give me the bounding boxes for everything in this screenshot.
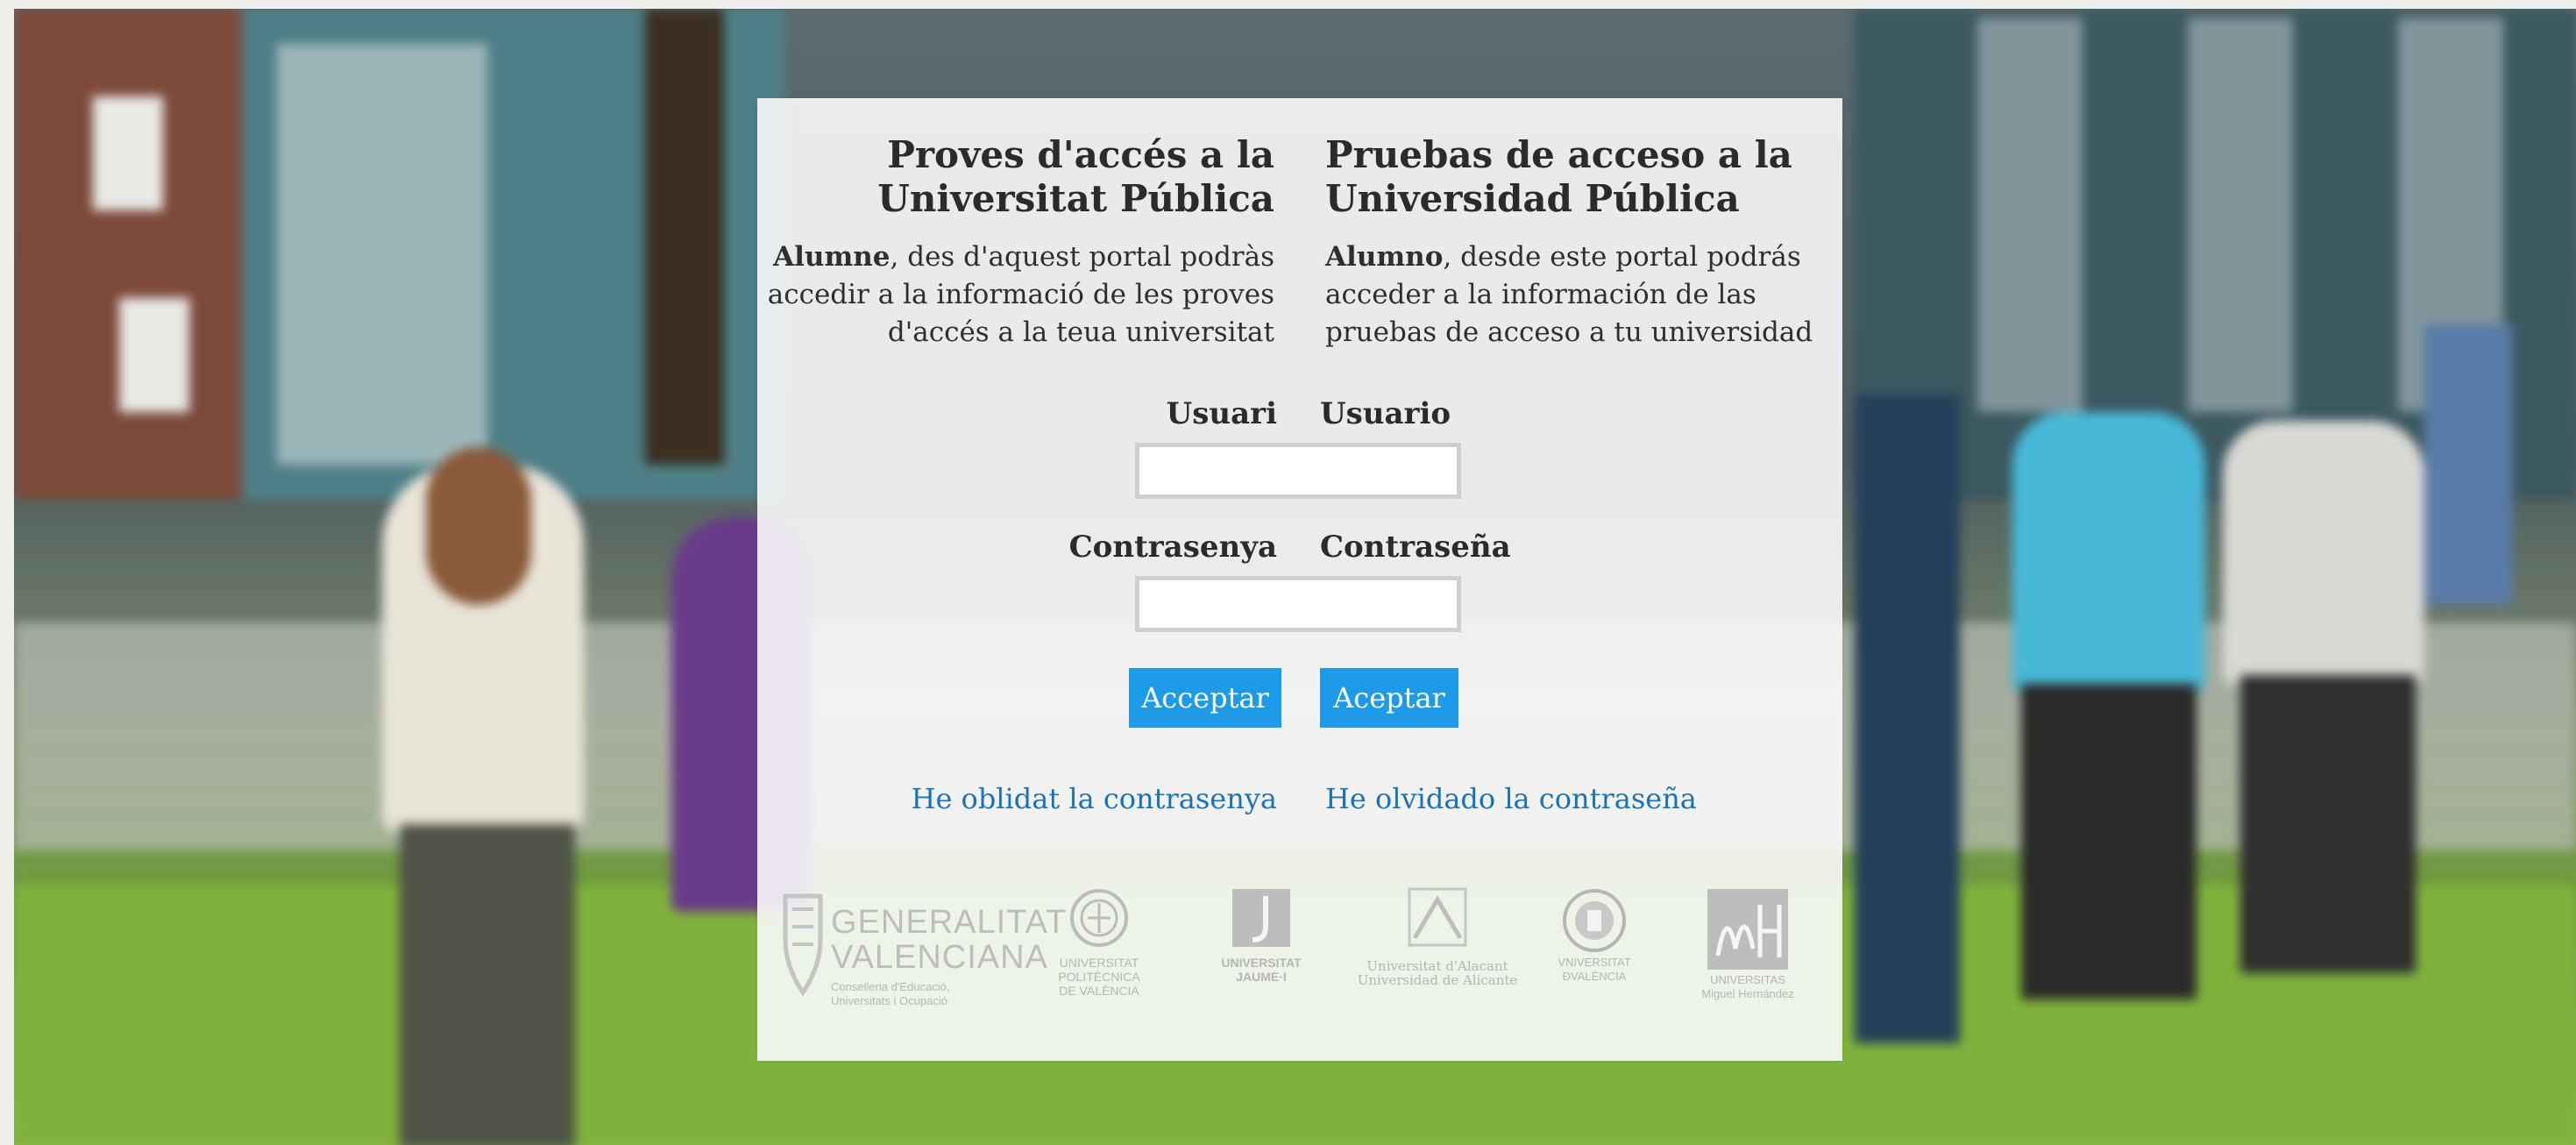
ua-mark-icon xyxy=(1408,887,1467,947)
description-valencian-bold: Alumne xyxy=(773,241,891,273)
upv-line1: UNIVERSITAT xyxy=(1059,956,1139,970)
gva-line1: GENERALITAT xyxy=(831,904,1068,941)
description-spanish-text1: , desde este portal podrás xyxy=(1443,241,1801,273)
uji-line1: UNIVERSITAT xyxy=(1221,956,1302,970)
logo-uv: VNIVERSITAT ÐVALÈNCIA xyxy=(1542,887,1647,984)
uv-line1: VNIVERSITAT xyxy=(1558,956,1631,969)
title-valencian: Proves d'accés a la Universitat Pública xyxy=(757,133,1274,221)
description-spanish-text3: pruebas de acceso a tu universidad xyxy=(1325,316,1813,348)
ua-line1: Universitat d'Alacant xyxy=(1366,958,1508,974)
ua-line2: Universidad de Alicante xyxy=(1357,972,1518,988)
description-valencian-text1: , des d'aquest portal podràs xyxy=(890,241,1274,273)
accept-button-spanish[interactable]: Aceptar xyxy=(1320,668,1458,728)
title-valencian-line2: Universitat Pública xyxy=(877,177,1274,220)
title-spanish-line1: Pruebas de acceso a la xyxy=(1325,133,1792,176)
uji-mark-icon xyxy=(1232,889,1290,947)
upv-line3: DE VALÈNCIA xyxy=(1059,984,1139,998)
gva-line2: VALENCIANA xyxy=(831,939,1048,976)
description-valencian-text2: accedir a la informació de les proves xyxy=(767,279,1274,310)
gva-sub1: Conselleria d'Educació, xyxy=(831,980,950,993)
user-label-valencian: Usuari xyxy=(1166,396,1277,431)
password-input[interactable] xyxy=(1135,576,1461,632)
uv-line2: ÐVALÈNCIA xyxy=(1562,970,1627,983)
description-valencian-text3: d'accés a la teua universitat xyxy=(887,316,1274,348)
forgot-password-link-spanish[interactable]: He olvidado la contraseña xyxy=(1325,782,1697,815)
upv-line2: POLITÈCNICA xyxy=(1058,970,1140,984)
gva-emblem-icon xyxy=(783,893,823,997)
title-valencian-line1: Proves d'accés a la xyxy=(887,133,1274,176)
forgot-password-link-valencian[interactable]: He oblidat la contrasenya xyxy=(912,782,1277,815)
description-spanish-bold: Alumno xyxy=(1325,241,1444,273)
uv-seal-icon xyxy=(1563,889,1626,952)
logo-ua: Universitat d'Alacant Universidad de Ali… xyxy=(1350,887,1525,987)
description-spanish-text2: acceder a la información de las xyxy=(1325,279,1756,310)
password-label-spanish: Contraseña xyxy=(1320,530,1511,565)
intro-valencian: Proves d'accés a la Universitat Pública … xyxy=(757,133,1274,352)
intro-spanish: Pruebas de acceso a la Universidad Públi… xyxy=(1325,133,1816,352)
title-spanish: Pruebas de acceso a la Universidad Públi… xyxy=(1325,133,1816,221)
accept-button-valencian[interactable]: Acceptar xyxy=(1129,668,1281,728)
upv-seal-icon xyxy=(1070,889,1128,947)
uji-line2: JAUME·I xyxy=(1236,970,1287,984)
description-valencian: Alumne, des d'aquest portal podràs acced… xyxy=(757,238,1274,352)
logo-uji: UNIVERSITAT JAUME·I xyxy=(1204,887,1318,984)
umh-line1: UNIVERSITAS xyxy=(1710,973,1785,986)
logo-umh: UNIVERSITAS Miguel Hernández xyxy=(1686,887,1809,1001)
umh-mark-icon xyxy=(1707,889,1788,970)
umh-line2: Miguel Hernández xyxy=(1701,987,1794,1000)
gva-sub2: Universitats i Ocupació xyxy=(831,994,947,1007)
password-label-valencian: Contrasenya xyxy=(1068,530,1277,565)
username-input[interactable] xyxy=(1135,443,1461,499)
user-label-spanish: Usuario xyxy=(1320,396,1451,431)
logo-upv: UNIVERSITAT POLITÈCNICA DE VALÈNCIA xyxy=(1038,887,1160,998)
description-spanish: Alumno, desde este portal podrás acceder… xyxy=(1325,238,1816,352)
login-panel: Proves d'accés a la Universitat Pública … xyxy=(757,98,1842,1061)
title-spanish-line2: Universidad Pública xyxy=(1325,177,1740,220)
